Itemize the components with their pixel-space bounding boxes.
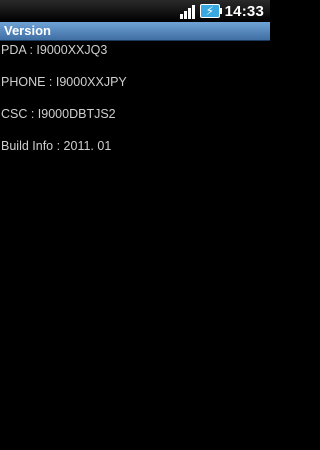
phone-version: PHONE : I9000XXJPY xyxy=(1,75,127,89)
csc-version: CSC : I9000DBTJS2 xyxy=(1,107,116,121)
bolt-icon: ⚡ xyxy=(205,4,215,18)
battery-charging-icon: ⚡ xyxy=(199,4,222,18)
version-info-list: PDA : I9000XXJQ3 PHONE : I9000XXJPY CSC … xyxy=(1,41,127,169)
build-info: Build Info : 2011. 01 xyxy=(1,139,112,153)
page-title: Version xyxy=(4,23,51,38)
title-bar: Version xyxy=(0,22,270,41)
status-icons: ⚡ 14:33 xyxy=(179,2,264,20)
status-bar: ⚡ 14:33 xyxy=(0,0,270,22)
pda-version: PDA : I9000XXJQ3 xyxy=(1,43,108,57)
clock: 14:33 xyxy=(224,2,264,20)
signal-icon xyxy=(179,3,195,19)
